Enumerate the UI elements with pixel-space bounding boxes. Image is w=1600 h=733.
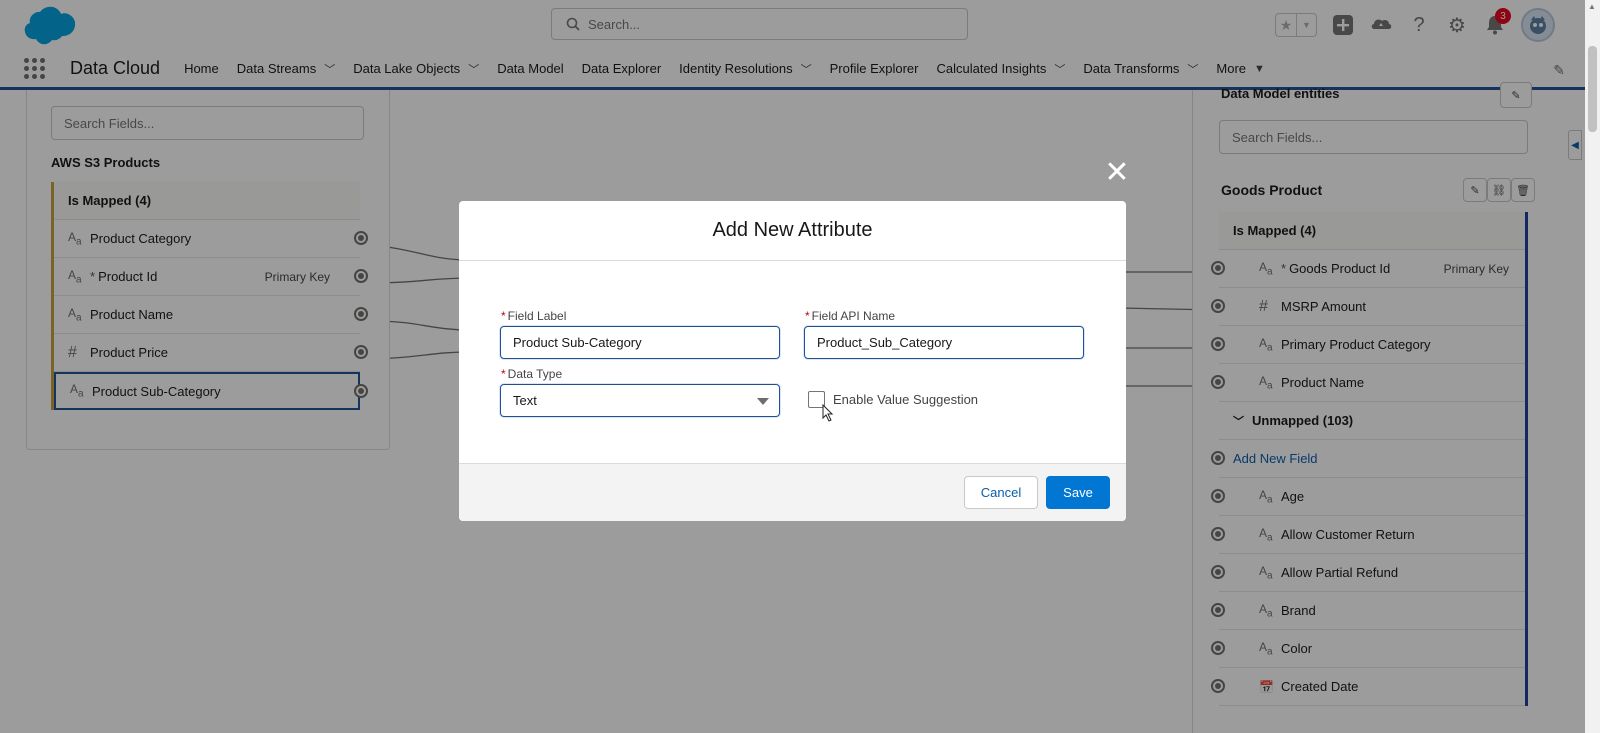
mouse-pointer-icon (822, 404, 834, 422)
data-type-select[interactable]: Text (500, 384, 780, 417)
field-label-input[interactable]: Product Sub-Category (500, 326, 780, 359)
modal-footer: Cancel Save (459, 463, 1126, 521)
add-new-attribute-modal: Add New Attribute * Field Label Product S… (459, 201, 1126, 521)
field-api-name-label: * Field API Name (805, 309, 896, 323)
modal-body: * Field Label Product Sub-Category * Field… (459, 261, 1126, 463)
modal-close-icon[interactable]: ✕ (1104, 158, 1130, 188)
save-button[interactable]: Save (1046, 476, 1110, 509)
data-type-label: * Data Type (501, 367, 563, 381)
caret-down-icon (757, 398, 769, 405)
modal-title: Add New Attribute (459, 201, 1126, 261)
field-api-name-input[interactable]: Product_Sub_Category (804, 326, 1084, 359)
scrollbar-thumb[interactable] (1588, 46, 1597, 132)
field-label-label: * Field Label (501, 309, 567, 323)
scroll-up-arrow-icon[interactable]: ▲ (1588, 2, 1596, 11)
page-scrollbar[interactable]: ▲ (1585, 0, 1600, 733)
enable-value-suggestion-label: Enable Value Suggestion (833, 392, 979, 407)
cancel-button[interactable]: Cancel (964, 476, 1038, 509)
